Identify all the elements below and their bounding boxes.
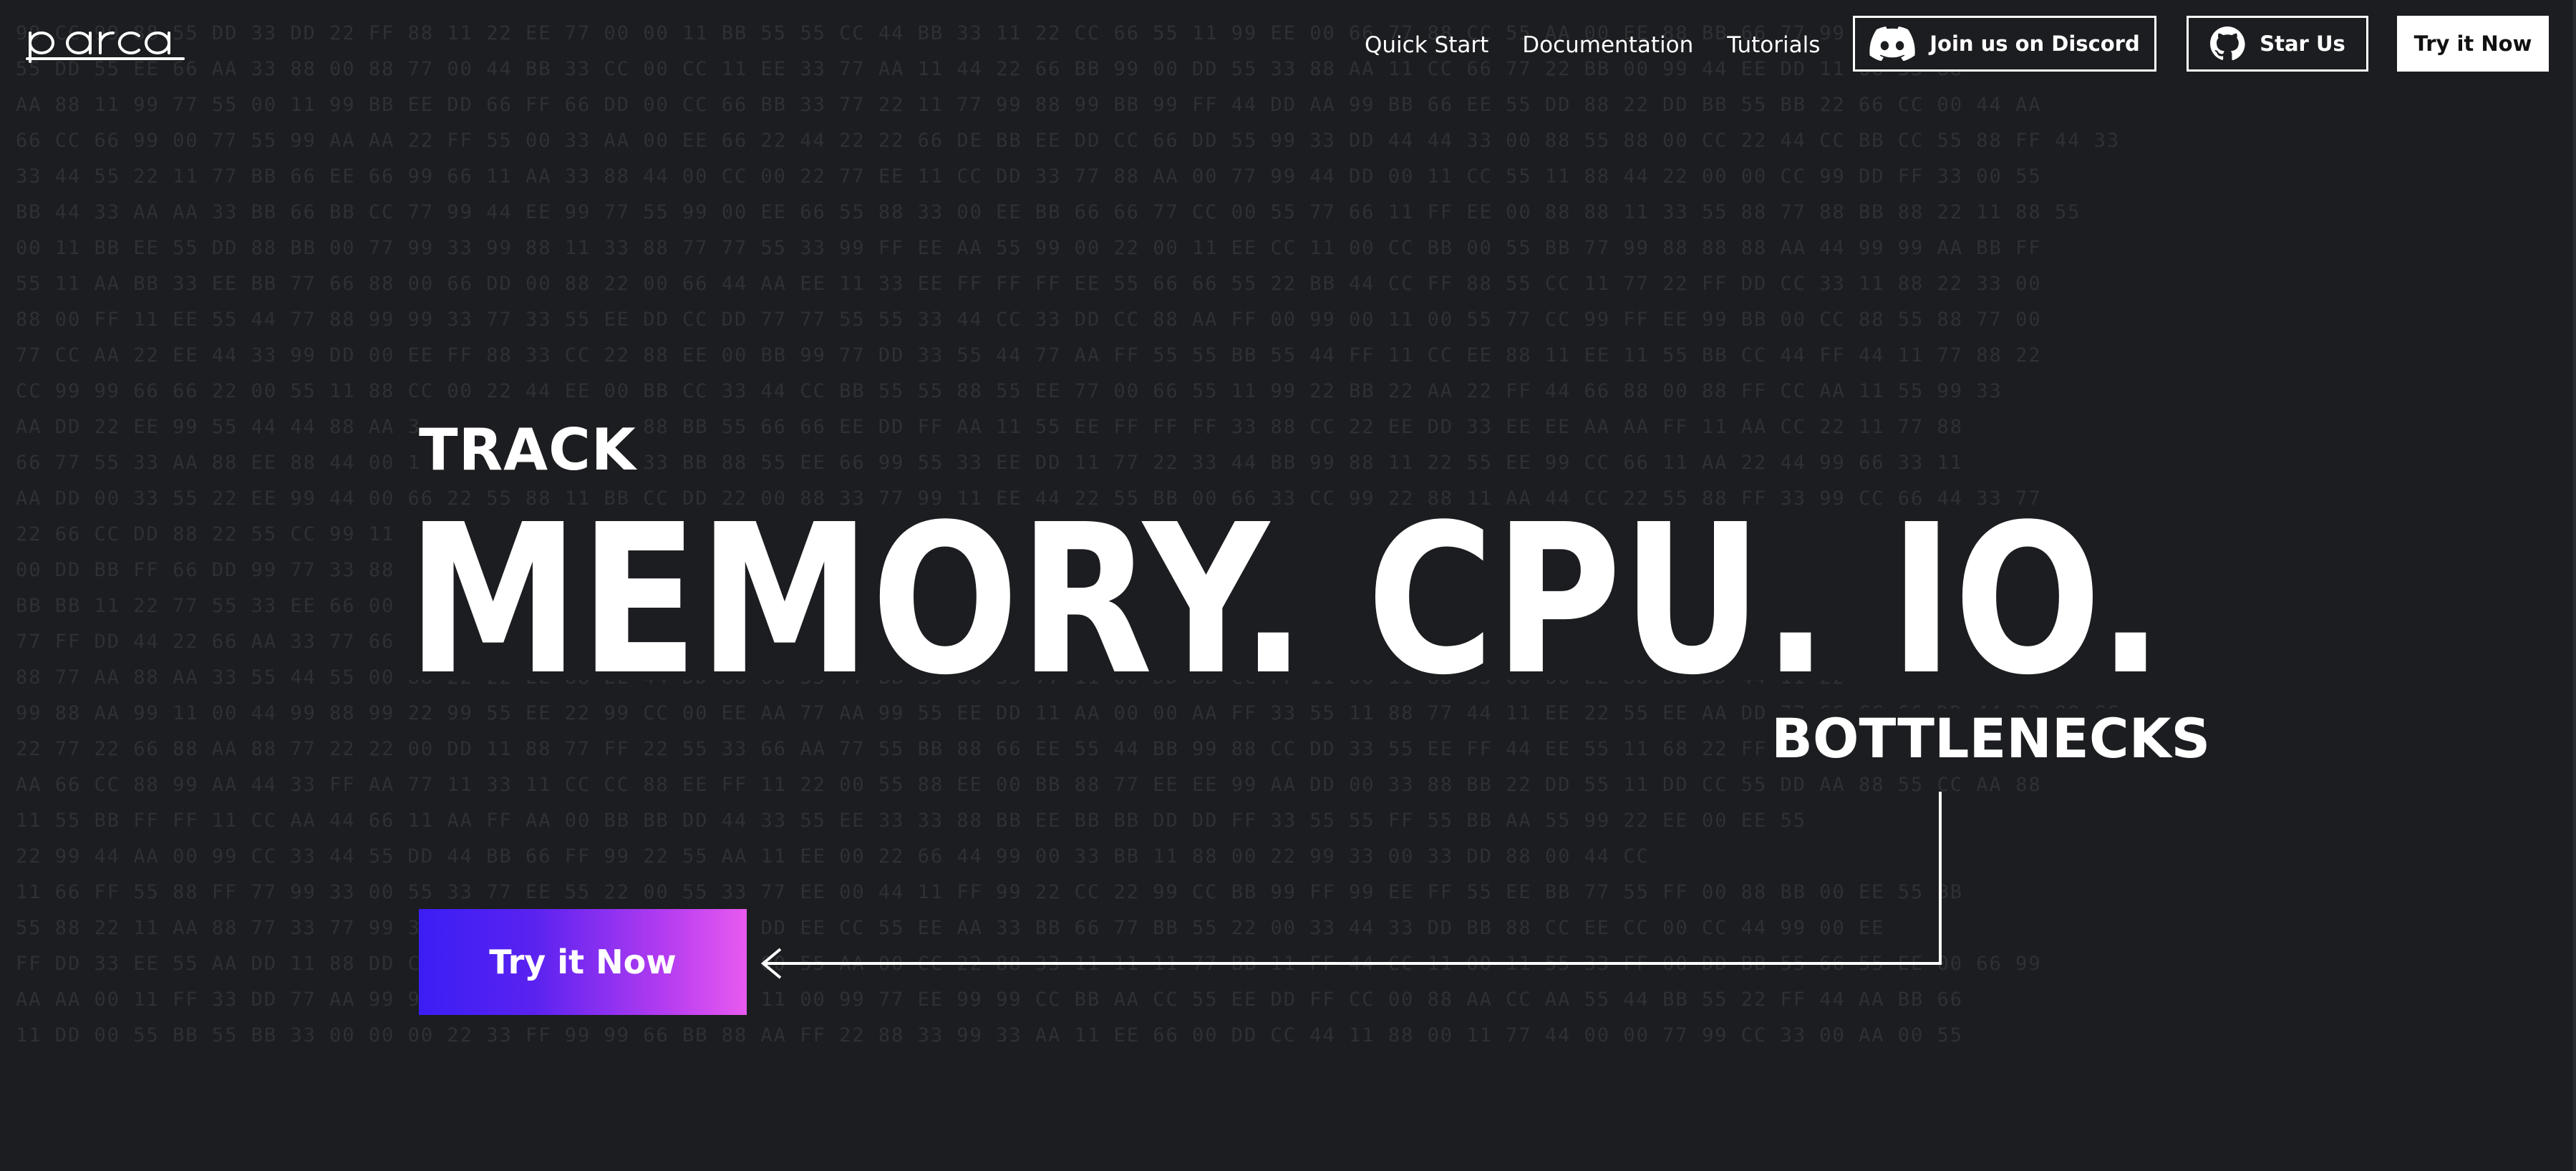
join-discord-button[interactable]: Join us on Discord: [1853, 16, 2156, 72]
hex-row: AA DD 22 EE 99 55 44 44 88 AA 33 AA EE C…: [16, 416, 1964, 438]
hero-track-label: TRACK: [419, 419, 641, 482]
parca-logo[interactable]: [26, 17, 186, 66]
nav-documentation-link[interactable]: Documentation: [1522, 27, 1693, 63]
hex-row: AA 88 11 99 77 55 00 11 99 BB EE DD 66 F…: [16, 94, 2042, 116]
headline-text: MEMORY. CPU. IO.: [407, 501, 2164, 687]
nav-quick-start-link[interactable]: Quick Start: [1365, 27, 1488, 63]
hex-row: 55 11 AA BB 33 EE BB 77 66 88 00 66 DD 0…: [16, 273, 2042, 295]
hex-row: 33 44 55 22 11 77 BB 66 EE 66 99 66 11 A…: [16, 165, 2042, 188]
github-icon: [2210, 26, 2245, 61]
hero-try-it-now-button[interactable]: Try it Now: [419, 909, 747, 1015]
hero-headline-svg: MEMORY. CPU. IO.: [401, 501, 2169, 687]
nav-try-it-now-button[interactable]: Try it Now: [2397, 16, 2549, 72]
hex-row: 66 CC 66 99 00 77 55 99 AA AA 22 FF 55 0…: [16, 130, 2121, 152]
hex-row: 88 00 FF 11 EE 55 44 77 88 99 99 33 77 3…: [16, 308, 2042, 331]
hero-arrow: [745, 787, 1955, 988]
hex-row: 66 77 55 33 AA 88 EE 88 44 00 11 99 55 E…: [16, 452, 1964, 474]
nav-tutorials-link[interactable]: Tutorials: [1727, 27, 1820, 63]
hex-row: 00 11 BB EE 55 DD 88 BB 00 77 99 33 99 8…: [16, 237, 2042, 259]
star-us-label: Star Us: [2260, 31, 2345, 56]
top-nav: Quick Start Documentation Tutorials: [1365, 27, 1820, 63]
hex-row: 11 DD 00 55 BB 55 BB 33 00 00 00 22 33 F…: [16, 1024, 1964, 1046]
hero-headline: MEMORY. CPU. IO.: [401, 501, 2169, 687]
discord-button-label: Join us on Discord: [1929, 31, 2140, 56]
discord-icon: [1869, 26, 1915, 61]
parca-logo-icon: [26, 31, 185, 63]
scrollbar-edge: [2573, 0, 2576, 1171]
star-us-button[interactable]: Star Us: [2187, 16, 2368, 72]
hex-row: BB 44 33 AA AA 33 BB 66 BB CC 77 99 44 E…: [16, 201, 2081, 223]
arrow-icon: [760, 792, 1942, 979]
hex-row: CC 99 99 66 66 22 00 55 11 88 CC 00 22 4…: [16, 380, 2003, 402]
hex-row: 77 CC AA 22 EE 44 33 99 DD 00 EE FF 88 3…: [16, 344, 2042, 366]
hero-bottlenecks-label: BOTTLENECKS: [1767, 709, 2214, 769]
